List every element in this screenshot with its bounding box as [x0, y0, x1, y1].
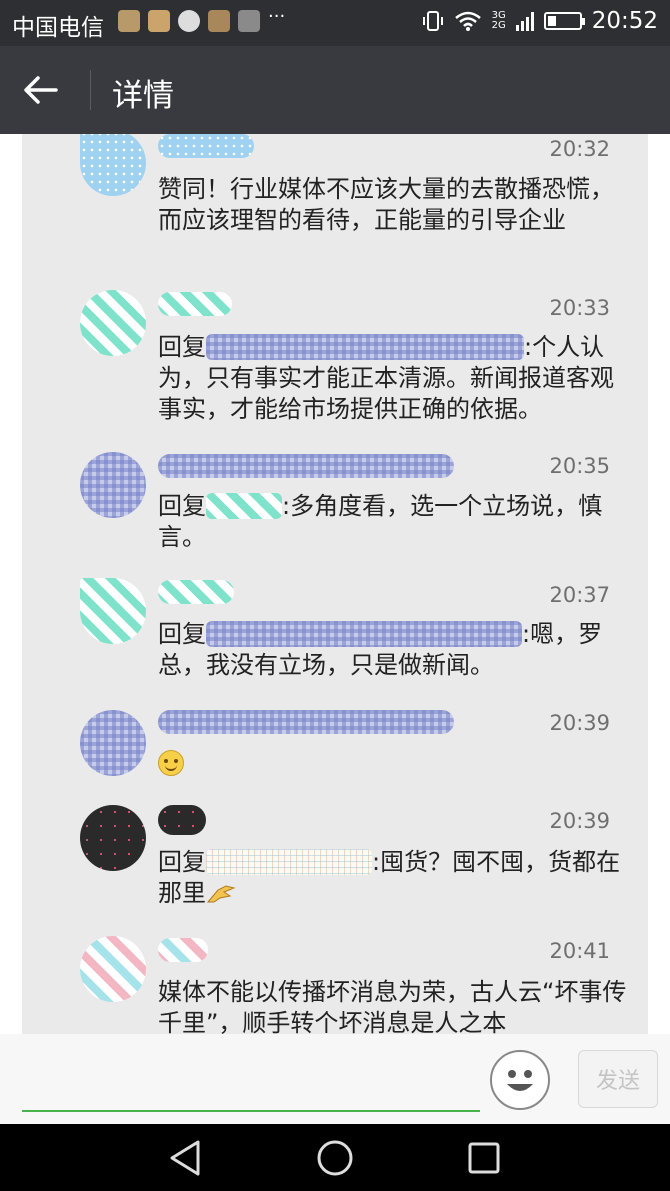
comment-time: 20:33	[549, 296, 610, 320]
emoji-button[interactable]	[490, 1050, 550, 1110]
comment-text: 媒体不能以传播坏消息为荣，古人云“坏事传千里”，顺手转个坏消息是人之本	[158, 978, 627, 1034]
commenter-name[interactable]	[158, 292, 232, 316]
carrier-label: 中国电信	[12, 15, 104, 41]
status-right: 3G 2G 20:52	[422, 8, 658, 34]
commenter-name[interactable]	[158, 938, 208, 962]
commenter-name[interactable]	[158, 134, 254, 158]
comment-text: 回复:个人认为，只有事实才能正本清源。新闻报道客观事实，才能给市场提供正确的依据…	[158, 332, 628, 425]
avatar[interactable]	[80, 936, 146, 1002]
replied-user-name[interactable]	[206, 621, 522, 647]
comment-time: 20:41	[549, 939, 610, 963]
comment-text	[158, 749, 628, 780]
avatar[interactable]	[80, 578, 146, 644]
avatar[interactable]	[80, 134, 146, 196]
replied-user-name[interactable]	[206, 334, 524, 360]
status-bar: 中国电信 ··· 3G 2G 20:52	[0, 0, 670, 46]
circle-home-icon	[317, 1140, 353, 1176]
wifi-icon	[454, 11, 481, 31]
comment-text: 回复:嗯，罗总，我没有立场，只是做新闻。	[158, 619, 628, 681]
reply-prefix: 回复	[158, 492, 206, 520]
nav-recents-button[interactable]	[462, 1136, 506, 1180]
commenter-name[interactable]	[158, 580, 234, 604]
notification-icons: ···	[118, 6, 286, 32]
comment-text: 赞同！行业媒体不应该大量的去散播恐慌，而应该理智的看待，正能量的引导企业	[158, 175, 614, 234]
comment-time: 20:37	[549, 583, 610, 607]
commenter-name[interactable]	[158, 805, 206, 835]
comment-time: 20:32	[549, 137, 610, 161]
back-button[interactable]	[20, 66, 72, 114]
image-notification-icon	[238, 10, 260, 32]
health-notification-icon	[148, 10, 170, 32]
replied-user-name[interactable]	[206, 849, 372, 875]
qq-notification-icon	[178, 10, 200, 32]
comment-input[interactable]	[22, 1054, 480, 1112]
gallery-notification-icon	[208, 10, 230, 32]
comment-text: 回复:囤货？囤不囤，货都在那里	[158, 847, 628, 909]
network-type: 3G 2G	[491, 10, 506, 31]
more-notifications-indicator: ···	[268, 6, 286, 27]
app-notification-icon	[118, 10, 140, 32]
vibrate-icon	[422, 11, 443, 31]
reply-prefix: 回复	[158, 620, 206, 648]
avatar[interactable]	[80, 805, 146, 871]
status-time: 20:52	[591, 8, 658, 34]
commenter-name[interactable]	[158, 454, 454, 478]
avatar[interactable]	[80, 452, 146, 518]
avatar[interactable]	[80, 710, 146, 776]
square-recents-icon	[468, 1142, 500, 1174]
comment-input-bar: 发送	[0, 1034, 670, 1124]
ok-hand-emoji-icon	[206, 885, 236, 903]
nav-back-button[interactable]	[164, 1136, 208, 1180]
page-title: 详情	[112, 78, 174, 114]
replied-user-name[interactable]	[206, 493, 282, 519]
avatar[interactable]	[80, 290, 146, 356]
comment-text: 回复:多角度看，选一个立场说，慎言。	[158, 491, 628, 553]
system-navigation-bar	[0, 1124, 670, 1191]
comment-list[interactable]: 20:32 赞同！行业媒体不应该大量的去散播恐慌，而应该理智的看待，正能量的引导…	[22, 134, 648, 1034]
send-button[interactable]: 发送	[578, 1050, 658, 1108]
comment-time: 20:39	[549, 809, 610, 833]
commenter-name[interactable]	[158, 710, 454, 734]
title-bar: 详情	[0, 46, 670, 134]
reply-prefix: 回复	[158, 848, 206, 876]
arrow-left-icon	[24, 76, 58, 104]
comment-time: 20:39	[549, 711, 610, 735]
battery-icon	[543, 12, 585, 30]
reply-prefix: 回复	[158, 333, 206, 361]
smile-emoji-icon	[158, 750, 184, 776]
signal-icon	[515, 11, 534, 31]
title-divider	[90, 70, 91, 110]
smiley-icon	[507, 1070, 533, 1091]
comment-time: 20:35	[549, 454, 610, 478]
triangle-back-icon	[170, 1140, 200, 1176]
nav-home-button[interactable]	[313, 1136, 357, 1180]
